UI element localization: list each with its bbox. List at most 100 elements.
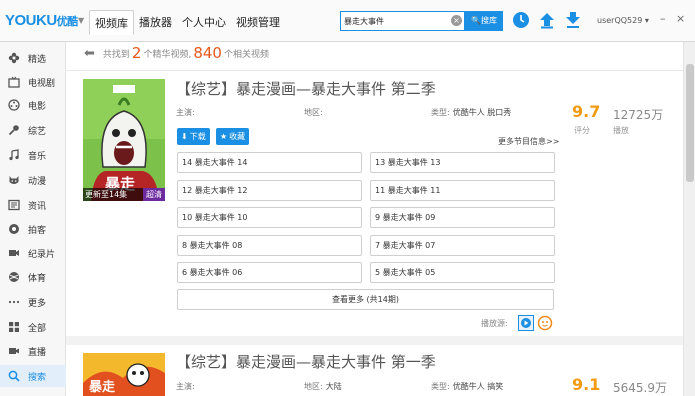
poster-image: 暴走 bbox=[83, 79, 165, 201]
download-icon[interactable] bbox=[564, 11, 582, 29]
sidebar-item-variety[interactable]: 综艺 bbox=[0, 119, 66, 141]
scrollbar[interactable] bbox=[683, 42, 695, 396]
sidebar-item-label: 电视剧 bbox=[28, 78, 56, 89]
episode-button[interactable]: 8 暴走大事件 08 bbox=[177, 235, 362, 256]
episode-button[interactable]: 7 暴走大事件 07 bbox=[370, 235, 555, 256]
sidebar-item-anime[interactable]: 动漫 bbox=[0, 169, 66, 191]
sidebar-item-live[interactable]: 直播 bbox=[0, 340, 66, 362]
sidebar-item-label: 全部 bbox=[28, 323, 47, 334]
sidebar-item-more[interactable]: 更多 bbox=[0, 291, 66, 313]
top-bar: YOUKU优酷 ▼ 视频库 播放器 个人中心 视频管理 × 🔍搜库 userQQ… bbox=[0, 0, 695, 42]
featured-count: 2 bbox=[131, 44, 142, 62]
sidebar-item-label: 搜索 bbox=[28, 372, 47, 383]
divider bbox=[66, 70, 683, 71]
show-title[interactable]: 【综艺】暴走漫画—暴走大事件 第二季 bbox=[176, 78, 436, 99]
sidebar-item-news[interactable]: 资讯 bbox=[0, 194, 66, 216]
grid-icon bbox=[7, 320, 21, 334]
close-icon[interactable]: × bbox=[676, 12, 685, 25]
show-title[interactable]: 【综艺】暴走漫画—暴走大事件 第一季 bbox=[176, 351, 436, 372]
type-value: 优酷牛人 搞笑 bbox=[452, 382, 504, 391]
sidebar-item-label: 音乐 bbox=[28, 151, 47, 162]
scrollbar-thumb[interactable] bbox=[686, 64, 694, 182]
download-button[interactable]: ⬇ 下载 bbox=[177, 128, 210, 145]
clear-icon[interactable]: × bbox=[451, 15, 462, 26]
rating-score: 9.7 bbox=[572, 102, 601, 121]
result-summary: ⬅ 共找到 2 个精华视频, 840 个相关视频 bbox=[84, 42, 269, 64]
logo-dropdown-icon[interactable]: ▼ bbox=[78, 16, 84, 25]
episode-button[interactable]: 6 暴走大事件 06 bbox=[177, 262, 362, 283]
film-reel-icon bbox=[7, 98, 21, 112]
total-count: 840 bbox=[193, 44, 222, 62]
back-arrow-icon[interactable]: ⬅ bbox=[84, 46, 95, 61]
episode-button[interactable]: 9 暴走大事件 09 bbox=[370, 207, 555, 228]
show-poster[interactable]: 暴走 更新至14集 超清 bbox=[83, 79, 165, 201]
flower-icon bbox=[7, 51, 21, 65]
sidebar-item-label: 动漫 bbox=[28, 176, 47, 187]
result-prefix: 共找到 bbox=[102, 49, 130, 60]
category-sidebar: 精选 电视剧 电影 综艺 音乐 动漫 资讯 拍客 纪录片 体育 更多 全部 直播… bbox=[0, 42, 66, 396]
host-field: 主演: bbox=[176, 381, 198, 392]
cat-face-icon bbox=[7, 173, 21, 187]
chevron-down-icon: ▾ bbox=[644, 16, 649, 25]
episode-button[interactable]: 11 暴走大事件 11 bbox=[370, 180, 555, 201]
history-icon[interactable] bbox=[512, 11, 530, 29]
more-info-link[interactable]: 更多节目信息>> bbox=[498, 136, 559, 147]
tab-video-library[interactable]: 视频库 bbox=[89, 10, 134, 35]
search-box: × bbox=[340, 11, 465, 31]
sidebar-item-sports[interactable]: 体育 bbox=[0, 266, 66, 288]
youku-source-icon[interactable] bbox=[518, 315, 534, 331]
search-button-label: 搜库 bbox=[480, 16, 497, 25]
sidebar-item-label: 纪录片 bbox=[28, 249, 56, 260]
sidebar-item-documentary[interactable]: 纪录片 bbox=[0, 242, 66, 264]
upload-icon[interactable] bbox=[538, 11, 556, 29]
other-source-icon[interactable] bbox=[537, 315, 553, 331]
search-button[interactable]: 🔍搜库 bbox=[465, 11, 503, 31]
region-field: 地区: 大陆 bbox=[304, 381, 342, 392]
sidebar-item-movie[interactable]: 电影 bbox=[0, 94, 66, 116]
episode-button[interactable]: 14 暴走大事件 14 bbox=[177, 152, 362, 173]
search-icon bbox=[7, 369, 21, 383]
favorite-button[interactable]: ★ 收藏 bbox=[216, 128, 250, 145]
sidebar-item-label: 精选 bbox=[28, 54, 47, 65]
music-note-icon bbox=[7, 148, 21, 162]
episode-button[interactable]: 12 暴走大事件 12 bbox=[177, 180, 362, 201]
source-label: 播放源: bbox=[481, 319, 508, 328]
user-menu[interactable]: userQQ529 ▾ bbox=[597, 16, 649, 25]
film-icon bbox=[7, 246, 21, 260]
sidebar-item-tv[interactable]: 电视剧 bbox=[0, 71, 66, 93]
sidebar-item-all[interactable]: 全部 bbox=[0, 316, 66, 338]
card-divider bbox=[66, 336, 683, 345]
sidebar-item-music[interactable]: 音乐 bbox=[0, 144, 66, 166]
tab-player[interactable]: 播放器 bbox=[134, 10, 177, 34]
youku-logo[interactable]: YOUKU优酷 bbox=[5, 12, 78, 29]
tab-personal-center[interactable]: 个人中心 bbox=[177, 10, 231, 34]
region-field: 地区: bbox=[304, 107, 326, 118]
ball-icon bbox=[7, 270, 21, 284]
sidebar-item-label: 拍客 bbox=[28, 225, 47, 236]
logo-text: YOUKU bbox=[5, 12, 57, 29]
sidebar-item-label: 体育 bbox=[28, 273, 47, 284]
search-input[interactable] bbox=[344, 15, 449, 28]
sidebar-item-search[interactable]: 搜索 bbox=[0, 365, 66, 387]
minimize-icon[interactable]: – bbox=[660, 12, 666, 25]
type-field: 类型: 优酷牛人 脱口秀 bbox=[431, 107, 511, 118]
tab-video-manage[interactable]: 视频管理 bbox=[231, 10, 285, 34]
poster-image: 暴走 bbox=[83, 353, 165, 396]
region-label: 地区: bbox=[304, 382, 323, 391]
microphone-icon bbox=[7, 123, 21, 137]
result-suffix: 个相关视频 bbox=[223, 49, 269, 60]
sidebar-item-featured[interactable]: 精选 bbox=[0, 47, 66, 69]
show-card: 暴走 更新至14集 超清 【综艺】暴走漫画—暴走大事件 第二季 主演: 地区: … bbox=[66, 72, 683, 372]
show-poster[interactable]: 暴走 bbox=[83, 353, 165, 396]
tv-icon bbox=[7, 75, 21, 89]
region-label: 地区: bbox=[304, 108, 323, 117]
episode-button[interactable]: 13 暴走大事件 13 bbox=[370, 152, 555, 173]
rating-label: 评分 bbox=[574, 126, 590, 135]
episode-button[interactable]: 10 暴走大事件 10 bbox=[177, 207, 362, 228]
svg-text:暴走: 暴走 bbox=[88, 379, 116, 395]
episode-button[interactable]: 5 暴走大事件 05 bbox=[370, 262, 555, 283]
sidebar-item-label: 资讯 bbox=[28, 201, 47, 212]
sidebar-item-paike[interactable]: 拍客 bbox=[0, 218, 66, 240]
view-more-button[interactable]: 查看更多 (共14期) bbox=[177, 289, 554, 310]
video-camera-icon bbox=[7, 344, 21, 358]
